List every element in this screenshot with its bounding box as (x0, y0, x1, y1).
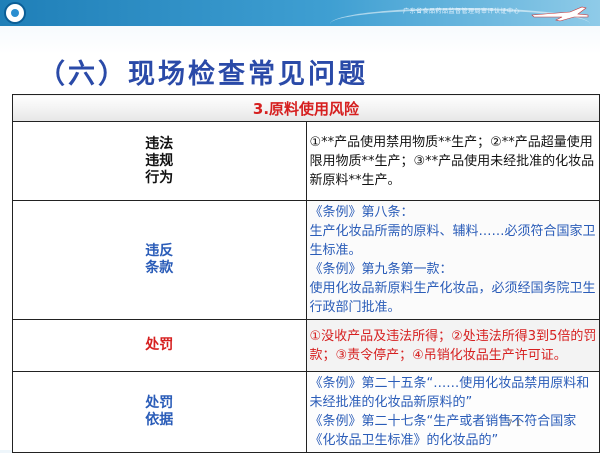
content-line: 《条例》第二十七条“生产或者销售不符合国家《化妆品卫生标准》的化妆品的” (309, 414, 577, 448)
table-row: 处罚 ①没收产品及违法所得；②处违法所得3到5倍的罚款；③责令停产；④吊销化妆品… (12, 319, 600, 372)
row-content-violation: ①**产品使用禁用物质**生产；②**产品超量使用限用物质**生产；③**产品使… (305, 121, 600, 201)
table-row: 违反条款 《条例》第八条： 生产化妆品所需的原料、辅料……必须符合国家卫生标准。… (12, 200, 600, 320)
table-row: 违法违规行为 ①**产品使用禁用物质**生产；②**产品超量使用限用物质**生产… (12, 121, 600, 201)
row-label-basis: 处罚依据 (12, 371, 307, 453)
row-content-basis: 《条例》第二十五条“……使用化妆品禁用原料和未经批准的化妆品新原料的” 《条例》… (305, 371, 600, 453)
content-line: 生产化妆品所需的原料、辅料……必须符合国家卫生标准。 (309, 224, 596, 258)
risk-table: 3.原料使用风险 违法违规行为 ①**产品使用禁用物质**生产；②**产品超量使… (12, 94, 600, 453)
airplane-icon (531, 6, 589, 22)
top-banner: 广东省食品药品监督管理局审评认证中心 (0, 0, 600, 26)
row-content-clause: 《条例》第八条： 生产化妆品所需的原料、辅料……必须符合国家卫生标准。 《条例》… (305, 200, 600, 320)
logo-icon (4, 2, 26, 24)
page-number: 7 1 (507, 419, 522, 429)
content-line: ①没收产品及违法所得；②处违法所得3到5倍的罚款；③责令停产；④吊销化妆品生产许… (309, 328, 597, 363)
banner-org-text: 广东省食品药品监督管理局审评认证中心 (402, 8, 520, 15)
row-label-penalty: 处罚 (12, 319, 307, 372)
content-line: 《条例》第二十五条“……使用化妆品禁用原料和未经批准的化妆品新原料的” (309, 376, 590, 410)
content-line: ①**产品使用禁用物质**生产；②**产品超量使用限用物质**生产；③**产品使… (309, 134, 595, 188)
row-label-violation: 违法违规行为 (12, 121, 307, 201)
content-line: 《条例》第八条： (309, 205, 414, 220)
table-row: 处罚依据 《条例》第二十五条“……使用化妆品禁用原料和未经批准的化妆品新原料的”… (12, 371, 600, 453)
row-content-penalty: ①没收产品及违法所得；②处违法所得3到5倍的罚款；③责令停产；④吊销化妆品生产许… (305, 319, 600, 372)
content-line: 《条例》第九条第一款： (309, 262, 453, 277)
table-header: 3.原料使用风险 (12, 94, 600, 122)
row-label-clause: 违反条款 (12, 200, 307, 320)
content-line: 使用化妆品新原料生产化妆品，必须经国务院卫生行政部门批准。 (309, 281, 596, 315)
page-title: （六）现场检查常见问题 (38, 59, 368, 90)
